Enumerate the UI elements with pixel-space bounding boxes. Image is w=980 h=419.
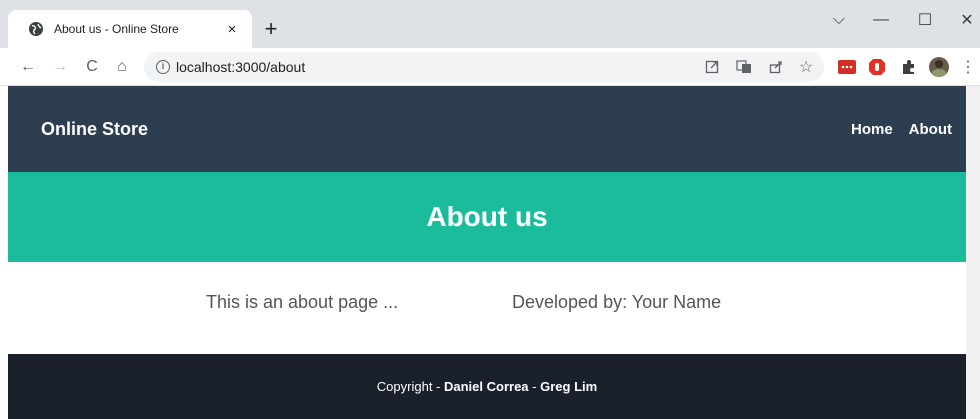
author-link-daniel[interactable]: Daniel Correa <box>444 379 529 394</box>
maximize-button[interactable]: ☐ <box>914 10 936 30</box>
address-bar[interactable]: i localhost:3000/about ☆ <box>144 52 824 82</box>
main-content: This is an about page ... Developed by: … <box>8 262 966 354</box>
page-header: About us <box>8 172 966 262</box>
copyright-prefix: Copyright - <box>376 379 444 394</box>
extension-adblock-icon[interactable] <box>868 58 886 76</box>
close-tab-icon[interactable]: × <box>222 19 242 39</box>
page-title: About us <box>426 201 548 232</box>
profile-avatar-icon[interactable] <box>928 56 950 78</box>
chrome-menu-icon[interactable]: ⋮ <box>960 57 976 77</box>
page-scrollbar[interactable] <box>966 86 980 419</box>
author-link-greg[interactable]: Greg Lim <box>540 379 597 394</box>
browser-toolbar: ← → C ⌂ i localhost:3000/about ☆ ⋮ <box>0 48 980 86</box>
nav-links: Home About <box>851 121 952 138</box>
home-button[interactable]: ⌂ <box>112 57 132 77</box>
nav-link-home[interactable]: Home <box>851 121 893 138</box>
globe-icon <box>28 21 44 37</box>
back-button[interactable]: ← <box>18 57 38 77</box>
translate-icon[interactable] <box>736 59 752 75</box>
developer-text: Developed by: Your Name <box>512 292 722 312</box>
forward-button[interactable]: → <box>50 57 70 77</box>
nav-link-about[interactable]: About <box>909 121 952 138</box>
copyright-text: Copyright - Daniel Correa - Greg Lim <box>377 379 597 394</box>
new-tab-button[interactable]: + <box>260 16 282 41</box>
open-external-icon[interactable] <box>704 59 720 75</box>
author-separator: - <box>528 379 541 394</box>
about-text: This is an about page ... <box>206 292 399 312</box>
minimize-button[interactable]: — <box>870 10 892 30</box>
tab-title: About us - Online Store <box>54 22 179 36</box>
extensions-puzzle-icon[interactable] <box>900 58 918 76</box>
bookmark-star-icon[interactable]: ☆ <box>798 59 814 76</box>
close-window-button[interactable]: ✕ <box>956 10 978 30</box>
reload-button[interactable]: C <box>82 57 102 77</box>
extension-lastpass-icon[interactable] <box>838 58 856 76</box>
brand-logo-link[interactable]: Online Store <box>41 119 148 140</box>
browser-tab[interactable]: About us - Online Store × <box>8 10 252 48</box>
site-footer: Copyright - Daniel Correa - Greg Lim <box>8 354 966 419</box>
browser-tab-strip: About us - Online Store × + ⌵ — ☐ ✕ <box>0 0 980 48</box>
share-icon[interactable] <box>768 59 784 75</box>
site-navbar: Online Store Home About <box>8 86 966 172</box>
site-info-icon[interactable]: i <box>156 60 170 74</box>
tab-search-icon[interactable]: ⌵ <box>828 10 850 30</box>
url-text: localhost:3000/about <box>176 59 306 75</box>
